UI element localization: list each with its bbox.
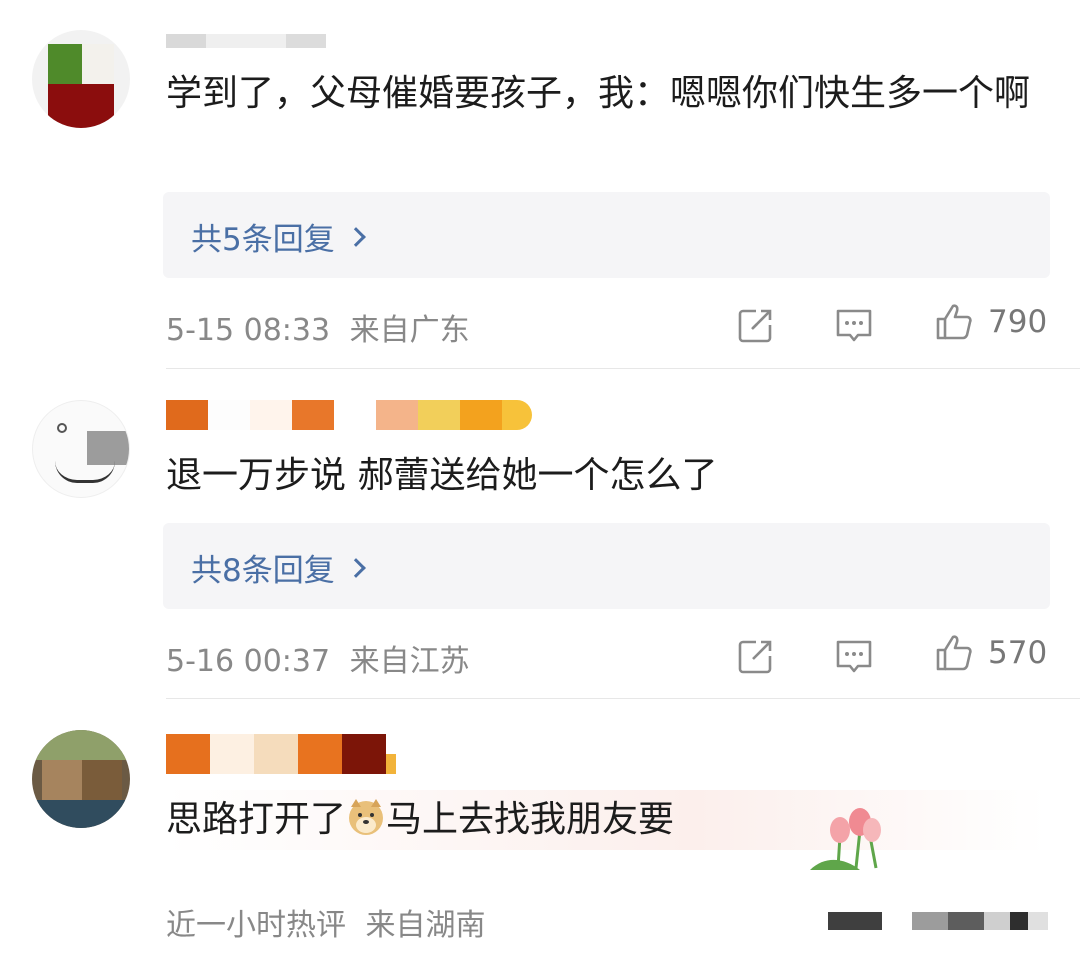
tulip-sticker-icon: [810, 808, 881, 870]
timestamp: 5-15 08:33: [166, 313, 331, 348]
share-icon[interactable]: [736, 636, 776, 676]
avatar[interactable]: [32, 400, 130, 498]
username-redacted[interactable]: [166, 734, 396, 774]
thumbs-up-icon: [936, 635, 972, 671]
comment-text: 学到了，父母催婚要孩子，我：嗯嗯你们快生多一个啊: [166, 73, 1031, 114]
username-redacted[interactable]: [166, 400, 532, 430]
like-count: 570: [988, 635, 1048, 671]
location: 来自江苏: [349, 644, 470, 679]
replies-count-label: 共8条回复: [191, 553, 335, 589]
divider: [166, 368, 1080, 369]
actions-redacted[interactable]: [828, 912, 1048, 930]
avatar[interactable]: [32, 730, 130, 828]
comment-meta: 5-16 00:37 来自江苏: [166, 636, 470, 680]
view-replies-link[interactable]: 共8条回复: [191, 545, 366, 590]
comment-meta: 近一小时热评 来自湖南: [166, 900, 486, 944]
replies-count-label: 共5条回复: [191, 222, 335, 258]
comment-text-part-2: 马上去找我朋友要: [386, 799, 675, 840]
chevron-right-icon: [345, 557, 366, 578]
location: 来自广东: [349, 313, 470, 348]
comment-icon[interactable]: [834, 305, 874, 345]
view-replies-link[interactable]: 共5条回复: [191, 214, 366, 259]
thumbs-up-icon: [936, 304, 972, 340]
timestamp: 5-16 00:37: [166, 644, 331, 679]
chevron-right-icon: [345, 226, 366, 247]
reply-box[interactable]: 共5条回复: [163, 192, 1050, 278]
comment-icon[interactable]: [834, 636, 874, 676]
comment-text-part-1: 思路打开了: [166, 799, 347, 840]
like-count: 790: [988, 304, 1048, 340]
doge-emoji-icon: [349, 799, 384, 835]
comment-text: 退一万步说 郝蕾送给她一个怎么了: [166, 455, 718, 496]
like-button[interactable]: 790: [934, 302, 1047, 342]
username-redacted[interactable]: [166, 18, 326, 48]
comment-meta: 5-15 08:33 来自广东: [166, 305, 470, 349]
comment-text: 思路打开了 马上去找我朋友要: [166, 790, 1046, 850]
comment-3: 思路打开了 马上去找我朋友要 近一小时热评 来自湖南: [0, 700, 1080, 962]
location: 来自湖南: [365, 908, 486, 943]
reply-box[interactable]: 共8条回复: [163, 523, 1050, 609]
share-icon[interactable]: [736, 305, 776, 345]
divider: [166, 698, 1080, 699]
like-button[interactable]: 570: [934, 633, 1047, 673]
timestamp: 近一小时热评: [166, 908, 346, 943]
comment-1: 学到了，父母催婚要孩子，我：嗯嗯你们快生多一个啊 共5条回复 5-15 08:3…: [0, 0, 1080, 370]
comment-2: 退一万步说 郝蕾送给她一个怎么了 共8条回复 5-16 00:37 来自江苏 5…: [0, 370, 1080, 700]
avatar[interactable]: [32, 30, 130, 128]
